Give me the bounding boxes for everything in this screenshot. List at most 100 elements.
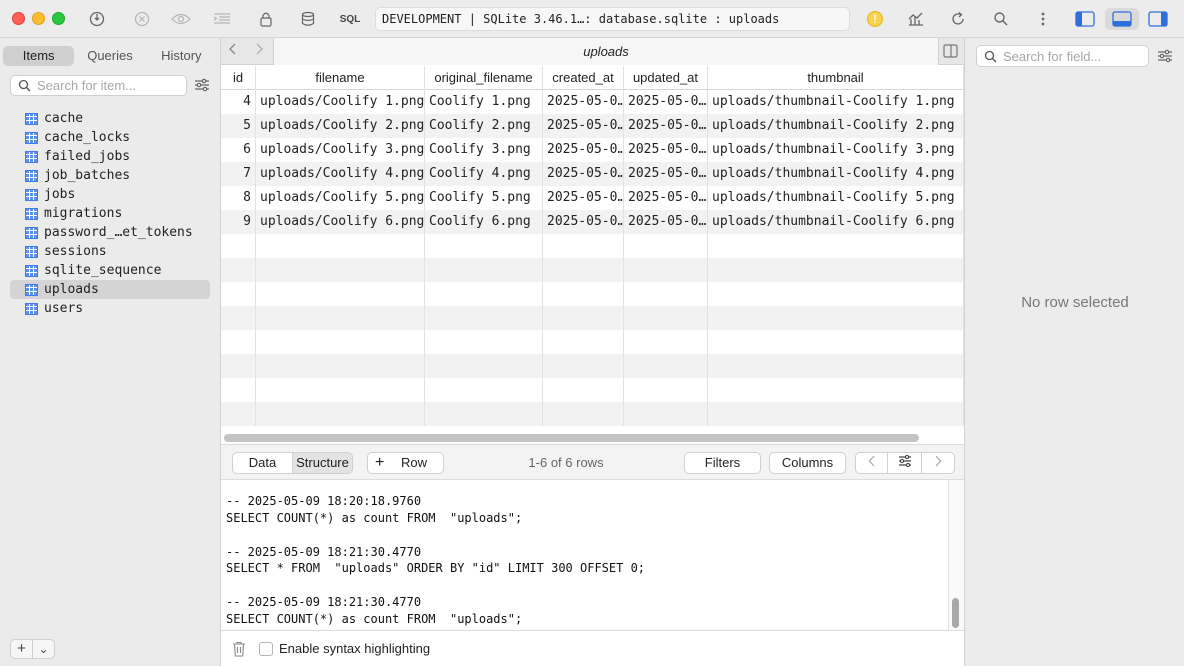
columns-button[interactable]: Columns (769, 452, 846, 474)
split-view-icon[interactable] (943, 44, 958, 61)
sidebar-item-migrations[interactable]: migrations (10, 204, 210, 223)
table-cell[interactable]: uploads/thumbnail-Coolify 5.png (708, 186, 964, 210)
table-cell[interactable]: 8 (221, 186, 256, 210)
table-row[interactable]: 6 uploads/Coolify 3.png Coolify 3.png 2025-… (221, 138, 964, 162)
table-cell[interactable]: 2025-05-0… (624, 114, 708, 138)
search-icon[interactable] (990, 8, 1012, 30)
table-cell[interactable]: Coolify 3.png (425, 138, 543, 162)
sidebar-item-cache[interactable]: cache (10, 109, 210, 128)
chart-icon[interactable] (905, 8, 927, 30)
sidebar-item-jobs[interactable]: jobs (10, 185, 210, 204)
field-filter-icon[interactable] (1157, 49, 1173, 66)
table-cell[interactable]: uploads/thumbnail-Coolify 6.png (708, 210, 964, 234)
column-header-updated-at[interactable]: updated_at (624, 66, 708, 90)
log-scrollbar[interactable] (952, 598, 959, 628)
sidebar-item-job-batches[interactable]: job_batches (10, 166, 210, 185)
table-row[interactable]: 8 uploads/Coolify 5.png Coolify 5.png 2025-… (221, 186, 964, 210)
query-log[interactable]: -- 2025-05-09 18:20:18.9760 SELECT COUNT… (221, 480, 964, 630)
table-cell[interactable]: 2025-05-0… (624, 138, 708, 162)
zoom-window-button[interactable] (52, 12, 65, 25)
sidebar-item-sessions[interactable]: sessions (10, 242, 210, 261)
tab-history[interactable]: History (146, 46, 217, 66)
stop-icon[interactable] (131, 8, 153, 30)
data-view-button[interactable]: Data (233, 453, 293, 473)
sidebar-item-password-et-tokens[interactable]: password_…et_tokens (10, 223, 210, 242)
table-cell[interactable]: 2025-05-0… (543, 90, 624, 114)
tab-uploads[interactable]: uploads (273, 38, 939, 65)
item-search-input[interactable] (37, 77, 182, 94)
preview-eye-icon[interactable] (170, 8, 192, 30)
add-item-button[interactable]: + (11, 640, 33, 658)
table-cell[interactable]: 2025-05-0… (624, 186, 708, 210)
horizontal-scrollbar[interactable] (224, 434, 919, 442)
table-cell[interactable]: 2025-05-0… (543, 210, 624, 234)
table-cell[interactable]: Coolify 1.png (425, 90, 543, 114)
column-header-created-at[interactable]: created_at (543, 66, 624, 90)
filter-options-icon[interactable] (194, 78, 210, 95)
pagination-settings-button[interactable] (888, 453, 922, 473)
add-row-button[interactable]: + Row (367, 452, 444, 474)
table-row[interactable]: 9 uploads/Coolify 6.png Coolify 6.png 2025-… (221, 210, 964, 234)
refresh-icon[interactable] (947, 8, 969, 30)
column-header-thumbnail[interactable]: thumbnail (708, 66, 964, 90)
table-cell[interactable]: 2025-05-0… (543, 138, 624, 162)
tab-items[interactable]: Items (3, 46, 75, 66)
warning-icon[interactable] (864, 8, 886, 30)
column-header-id[interactable]: id (221, 66, 256, 90)
table-cell[interactable]: 5 (221, 114, 256, 138)
close-window-button[interactable] (12, 12, 25, 25)
table-cell[interactable]: 2025-05-0… (543, 162, 624, 186)
back-arrow-icon[interactable] (228, 42, 238, 61)
table-cell[interactable]: uploads/Coolify 4.png (256, 162, 425, 186)
table-cell[interactable]: uploads/thumbnail-Coolify 4.png (708, 162, 964, 186)
table-cell[interactable]: 2025-05-0… (624, 210, 708, 234)
filters-button[interactable]: Filters (684, 452, 761, 474)
sidebar-item-cache-locks[interactable]: cache_locks (10, 128, 210, 147)
toggle-bottom-panel-icon[interactable] (1105, 8, 1139, 30)
table-cell[interactable]: 6 (221, 138, 256, 162)
more-options-icon[interactable] (1032, 8, 1054, 30)
indent-icon[interactable] (211, 8, 233, 30)
table-cell[interactable]: 2025-05-0… (543, 186, 624, 210)
next-page-button[interactable] (922, 453, 954, 473)
trash-icon[interactable] (232, 641, 246, 660)
table-cell[interactable]: 9 (221, 210, 256, 234)
table-cell[interactable]: uploads/Coolify 1.png (256, 90, 425, 114)
table-cell[interactable]: 2025-05-0… (624, 162, 708, 186)
table-row[interactable]: 7 uploads/Coolify 4.png Coolify 4.png 2025-… (221, 162, 964, 186)
sidebar-item-uploads[interactable]: uploads (10, 280, 210, 299)
chevron-down-icon[interactable]: ⌄ (33, 640, 54, 658)
sidebar-item-users[interactable]: users (10, 299, 210, 318)
table-cell[interactable]: Coolify 6.png (425, 210, 543, 234)
table-cell[interactable]: uploads/Coolify 5.png (256, 186, 425, 210)
connection-icon[interactable] (86, 8, 108, 30)
table-cell[interactable]: Coolify 2.png (425, 114, 543, 138)
forward-arrow-icon[interactable] (254, 42, 264, 61)
minimize-window-button[interactable] (32, 12, 45, 25)
table-cell[interactable]: uploads/thumbnail-Coolify 1.png (708, 90, 964, 114)
structure-view-button[interactable]: Structure (293, 453, 352, 473)
table-cell[interactable]: 2025-05-0… (543, 114, 624, 138)
column-header-filename[interactable]: filename (256, 66, 425, 90)
table-cell[interactable]: uploads/thumbnail-Coolify 3.png (708, 138, 964, 162)
toggle-right-panel-icon[interactable] (1145, 8, 1171, 30)
sidebar-item-sqlite-sequence[interactable]: sqlite_sequence (10, 261, 210, 280)
table-row[interactable]: 5 uploads/Coolify 2.png Coolify 2.png 2025-… (221, 114, 964, 138)
table-cell[interactable]: uploads/Coolify 2.png (256, 114, 425, 138)
tab-queries[interactable]: Queries (74, 46, 145, 66)
sql-editor-button[interactable]: SQL (336, 8, 364, 30)
table-cell[interactable]: uploads/Coolify 6.png (256, 210, 425, 234)
toggle-left-panel-icon[interactable] (1072, 8, 1098, 30)
table-cell[interactable]: Coolify 4.png (425, 162, 543, 186)
table-cell[interactable]: 7 (221, 162, 256, 186)
sidebar-item-failed-jobs[interactable]: failed_jobs (10, 147, 210, 166)
column-header-original-filename[interactable]: original_filename (425, 66, 543, 90)
syntax-highlighting-checkbox[interactable] (259, 642, 273, 656)
table-cell[interactable]: uploads/thumbnail-Coolify 2.png (708, 114, 964, 138)
table-cell[interactable]: 2025-05-0… (624, 90, 708, 114)
table-cell[interactable]: uploads/Coolify 3.png (256, 138, 425, 162)
field-search-input[interactable] (1003, 48, 1145, 65)
table-cell[interactable]: 4 (221, 90, 256, 114)
prev-page-button[interactable] (856, 453, 889, 473)
lock-icon[interactable] (255, 8, 277, 30)
